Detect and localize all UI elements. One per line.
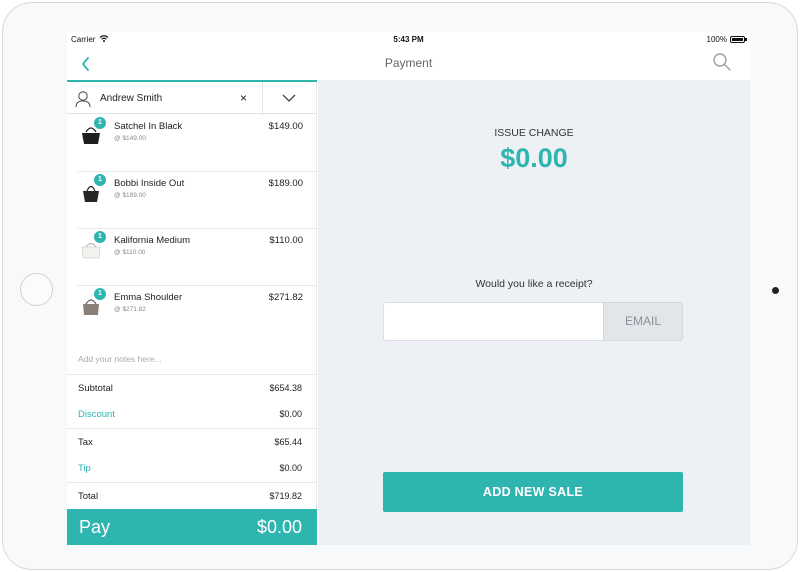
item-unit-price: @ $271.82 [114,306,146,313]
quantity-badge: 1 [94,117,106,129]
item-name: Bobbi Inside Out [114,178,185,189]
cart-item[interactable]: 1 Bobbi Inside Out @ $189.00 $189.00 [77,172,317,229]
clock: 5:43 PM [393,35,424,44]
subtotal-row: Subtotal $654.38 [67,374,317,401]
tax-value: $65.44 [274,437,302,447]
tip-value: $0.00 [279,463,302,473]
add-new-sale-button[interactable]: ADD NEW SALE [383,472,683,512]
cart-item[interactable]: 1 Satchel In Black @ $149.00 $149.00 [77,115,317,172]
item-unit-price: @ $149.00 [114,135,146,142]
divider [262,82,263,115]
order-summary: Subtotal $654.38 Discount $0.00 Tax $65.… [67,374,317,509]
item-unit-price: @ $110.00 [114,249,146,256]
battery-percent: 100% [706,35,727,44]
payment-panel: ISSUE CHANGE $0.00 Would you like a rece… [318,80,750,545]
chevron-down-icon[interactable] [281,92,297,104]
subtotal-value: $654.38 [269,383,302,393]
total-label: Total [78,491,99,502]
pay-label: Pay [79,517,111,537]
battery-icon [730,36,747,43]
receipt-prompt: Would you like a receipt? [475,278,593,290]
item-price: $189.00 [268,178,303,189]
tip-row[interactable]: Tip $0.00 [67,455,317,482]
item-price: $110.00 [269,235,303,246]
quantity-badge: 1 [94,174,106,186]
search-button[interactable] [712,52,732,72]
email-input[interactable] [383,302,603,341]
cart-item[interactable]: 1 Emma Shoulder @ $271.82 $271.82 [77,286,317,343]
cart-item[interactable]: 1 Kalifornia Medium @ $110.00 $110.00 [77,229,317,286]
notes-field[interactable]: Add your notes here... [78,354,162,364]
pay-button[interactable]: Pay $0.00 [67,509,317,545]
app-screen: Carrier 5:43 PM 100% Payment Andrew Smit… [67,32,750,545]
issue-change-label: ISSUE CHANGE [494,127,574,139]
camera-dot [772,287,779,294]
cart-list: 1 Satchel In Black @ $149.00 $149.00 1 B… [67,115,317,343]
item-unit-price: @ $189.00 [114,192,146,199]
discount-link[interactable]: Discount [78,409,115,420]
item-price: $271.82 [268,292,303,303]
item-name: Emma Shoulder [114,292,183,303]
discount-row[interactable]: Discount $0.00 [67,401,317,428]
user-icon [75,91,91,108]
item-price: $149.00 [268,121,303,132]
search-icon [713,53,731,71]
quantity-badge: 1 [94,288,106,300]
tip-link[interactable]: Tip [78,463,91,474]
page-title: Payment [384,56,433,70]
customer-selector[interactable]: Andrew Smith × [67,80,317,115]
customer-name: Andrew Smith [100,93,163,104]
tablet-frame: Carrier 5:43 PM 100% Payment Andrew Smit… [2,2,798,570]
item-name: Satchel In Black [114,121,183,132]
clear-customer-button[interactable]: × [240,91,247,105]
home-button[interactable] [20,273,53,306]
subtotal-label: Subtotal [78,383,113,394]
cart-panel: Andrew Smith × 1 Satchel In Black @ $149… [67,80,317,545]
total-value: $719.82 [269,491,302,501]
email-receipt-button[interactable]: EMAIL [603,302,683,341]
tax-label: Tax [78,437,93,448]
tax-row: Tax $65.44 [67,428,317,455]
change-amount: $0.00 [500,143,568,173]
pay-amount: $0.00 [256,517,302,537]
item-name: Kalifornia Medium [114,235,191,246]
total-row: Total $719.82 [67,482,317,509]
discount-value: $0.00 [279,409,302,419]
status-bar: Carrier 5:43 PM 100% [67,32,750,48]
nav-bar: Payment [67,48,750,80]
quantity-badge: 1 [94,231,106,243]
